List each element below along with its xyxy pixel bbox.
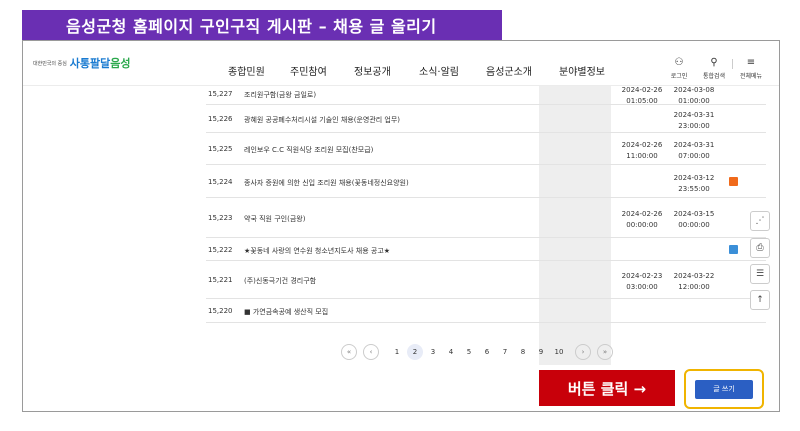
post-end-date: 2024-03-08 01:00:00 bbox=[673, 86, 715, 105]
table-row[interactable]: 15,220 ■ 가연금속공예 생산직 모집 bbox=[206, 299, 766, 323]
share-icon: ⋰ bbox=[755, 216, 765, 226]
all-menu-button[interactable]: ≡ 전체메뉴 bbox=[736, 57, 766, 80]
comment-icon: ☰ bbox=[755, 269, 765, 279]
table-row[interactable]: 15,221 (주)신동극기건 경리구함 2024-02-23 03:00:00 20… bbox=[206, 261, 766, 299]
post-title[interactable]: 종사자 증원에 의한 신입 조리원 채용(꽃동네정신요양원) bbox=[244, 178, 409, 188]
post-title[interactable]: ★꽃동네 사랑의 연수원 청소년지도사 채용 공고★ bbox=[244, 246, 390, 256]
nav-item-about[interactable]: 음성군소개 bbox=[486, 63, 532, 78]
nav-item-civil[interactable]: 종합민원 bbox=[228, 63, 265, 78]
post-end-date: 2024-03-31 07:00:00 bbox=[673, 141, 715, 160]
nav-item-info[interactable]: 정보공개 bbox=[354, 63, 391, 78]
post-end-date: 2024-03-15 00:00:00 bbox=[673, 210, 715, 229]
post-title[interactable]: 광혜원 공공폐수처리시설 기술인 채용(운영관리 업무) bbox=[244, 115, 400, 125]
first-page-button[interactable]: « bbox=[341, 344, 357, 360]
print-icon: ⎙ bbox=[756, 243, 764, 253]
nav-item-field[interactable]: 분야별정보 bbox=[559, 63, 605, 78]
search-button[interactable]: ⚲ 통합검색 bbox=[699, 57, 729, 80]
page-1-button[interactable]: 1 bbox=[389, 344, 405, 360]
post-start-date: 2024-02-26 00:00:00 bbox=[621, 210, 663, 229]
site-logo[interactable]: 대한민국의 중심 사통팔달음성 bbox=[33, 55, 131, 71]
post-end-date: 2024-03-12 23:55:00 bbox=[673, 174, 715, 193]
banner-title: 음성군청 홈페이지 구인구직 게시판 – 채용 글 올리기 bbox=[66, 17, 437, 36]
scroll-top-button[interactable]: ↑ bbox=[750, 290, 770, 310]
doc-file-icon[interactable] bbox=[729, 245, 738, 254]
all-menu-label: 전체메뉴 bbox=[739, 73, 763, 80]
write-button-highlight: 글 쓰기 bbox=[684, 369, 764, 409]
logo-main-a: 사통팔달 bbox=[69, 57, 111, 70]
post-end-date: 2024-03-31 23:00:00 bbox=[673, 111, 715, 130]
login-label: 로그인 bbox=[670, 73, 688, 80]
post-number: 15,223 bbox=[208, 214, 233, 222]
login-button[interactable]: ⚇ 로그인 bbox=[664, 57, 694, 80]
post-title[interactable]: ■ 가연금속공예 생산직 모집 bbox=[244, 307, 328, 317]
table-row[interactable]: 15,222 ★꽃동네 사랑의 연수원 청소년지도사 채용 공고★ bbox=[206, 238, 766, 261]
logo-main-b: 음성 bbox=[110, 57, 131, 70]
post-start-date: 2024-02-23 03:00:00 bbox=[621, 272, 663, 291]
comment-button[interactable]: ☰ bbox=[750, 264, 770, 284]
page-6-button[interactable]: 6 bbox=[479, 344, 495, 360]
post-number: 15,224 bbox=[208, 178, 233, 186]
page-8-button[interactable]: 8 bbox=[515, 344, 531, 360]
callout-label: 버튼 클릭 → bbox=[567, 379, 647, 398]
search-label: 통합검색 bbox=[702, 73, 726, 80]
post-number: 15,221 bbox=[208, 276, 233, 284]
page-3-button[interactable]: 3 bbox=[425, 344, 441, 360]
write-post-button[interactable]: 글 쓰기 bbox=[695, 380, 753, 399]
logo-slogan: 대한민국의 중심 bbox=[33, 60, 67, 67]
post-title[interactable]: (주)신동극기건 경리구함 bbox=[244, 276, 316, 286]
post-number: 15,226 bbox=[208, 115, 233, 123]
post-title[interactable]: 레인보우 C.C 직원식당 조리원 모집(찬모급) bbox=[244, 145, 373, 155]
hwp-file-icon[interactable] bbox=[729, 177, 738, 186]
logo-main: 사통팔달음성 bbox=[70, 55, 131, 71]
page-9-button[interactable]: 9 bbox=[533, 344, 549, 360]
click-callout: 버튼 클릭 → bbox=[539, 370, 675, 406]
page-2-button[interactable]: 2 bbox=[407, 344, 423, 360]
post-start-date: 2024-02-26 11:00:00 bbox=[621, 141, 663, 160]
search-icon: ⚲ bbox=[710, 57, 718, 68]
site-header: 대한민국의 중심 사통팔달음성 종합민원 주민참여 정보공개 소식·알림 음성군… bbox=[23, 41, 779, 86]
util-divider bbox=[732, 59, 733, 69]
page-4-button[interactable]: 4 bbox=[443, 344, 459, 360]
table-row[interactable]: 15,225 레인보우 C.C 직원식당 조리원 모집(찬모급) 2024-02-2… bbox=[206, 133, 766, 165]
post-title[interactable]: 약국 직원 구인(금왕) bbox=[244, 214, 305, 224]
last-page-button[interactable]: » bbox=[597, 344, 613, 360]
post-end-date: 2024-03-22 12:00:00 bbox=[673, 272, 715, 291]
post-number: 15,225 bbox=[208, 145, 233, 153]
next-page-button[interactable]: › bbox=[575, 344, 591, 360]
table-row[interactable]: 15,227 조리원구함(금왕 금일로) 2024-02-26 01:05:00 20… bbox=[206, 83, 766, 105]
nav-item-participation[interactable]: 주민참여 bbox=[290, 63, 327, 78]
page-10-button[interactable]: 10 bbox=[551, 344, 567, 360]
share-button[interactable]: ⋰ bbox=[750, 211, 770, 231]
prev-page-button[interactable]: ‹ bbox=[363, 344, 379, 360]
table-row[interactable]: 15,224 종사자 증원에 의한 신입 조리원 채용(꽃동네정신요양원) 2024… bbox=[206, 165, 766, 198]
post-start-date: 2024-02-26 01:05:00 bbox=[621, 86, 663, 105]
browser-frame: 대한민국의 중심 사통팔달음성 종합민원 주민참여 정보공개 소식·알림 음성군… bbox=[22, 40, 780, 412]
post-number: 15,220 bbox=[208, 307, 233, 315]
post-title[interactable]: 조리원구함(금왕 금일로) bbox=[244, 90, 316, 100]
person-icon: ⚇ bbox=[674, 57, 684, 68]
tutorial-banner: 음성군청 홈페이지 구인구직 게시판 – 채용 글 올리기 bbox=[22, 10, 502, 40]
table-row[interactable]: 15,226 광혜원 공공폐수처리시설 기술인 채용(운영관리 업무) 2024-0… bbox=[206, 105, 766, 133]
page-5-button[interactable]: 5 bbox=[461, 344, 477, 360]
page-7-button[interactable]: 7 bbox=[497, 344, 513, 360]
table-row[interactable]: 15,223 약국 직원 구인(금왕) 2024-02-26 00:00:00 202… bbox=[206, 198, 766, 238]
menu-icon: ≡ bbox=[746, 57, 756, 68]
post-number: 15,222 bbox=[208, 246, 233, 254]
top-arrow-icon: ↑ bbox=[756, 295, 764, 305]
print-button[interactable]: ⎙ bbox=[750, 238, 770, 258]
nav-item-news[interactable]: 소식·알림 bbox=[419, 63, 459, 78]
post-number: 15,227 bbox=[208, 90, 233, 98]
